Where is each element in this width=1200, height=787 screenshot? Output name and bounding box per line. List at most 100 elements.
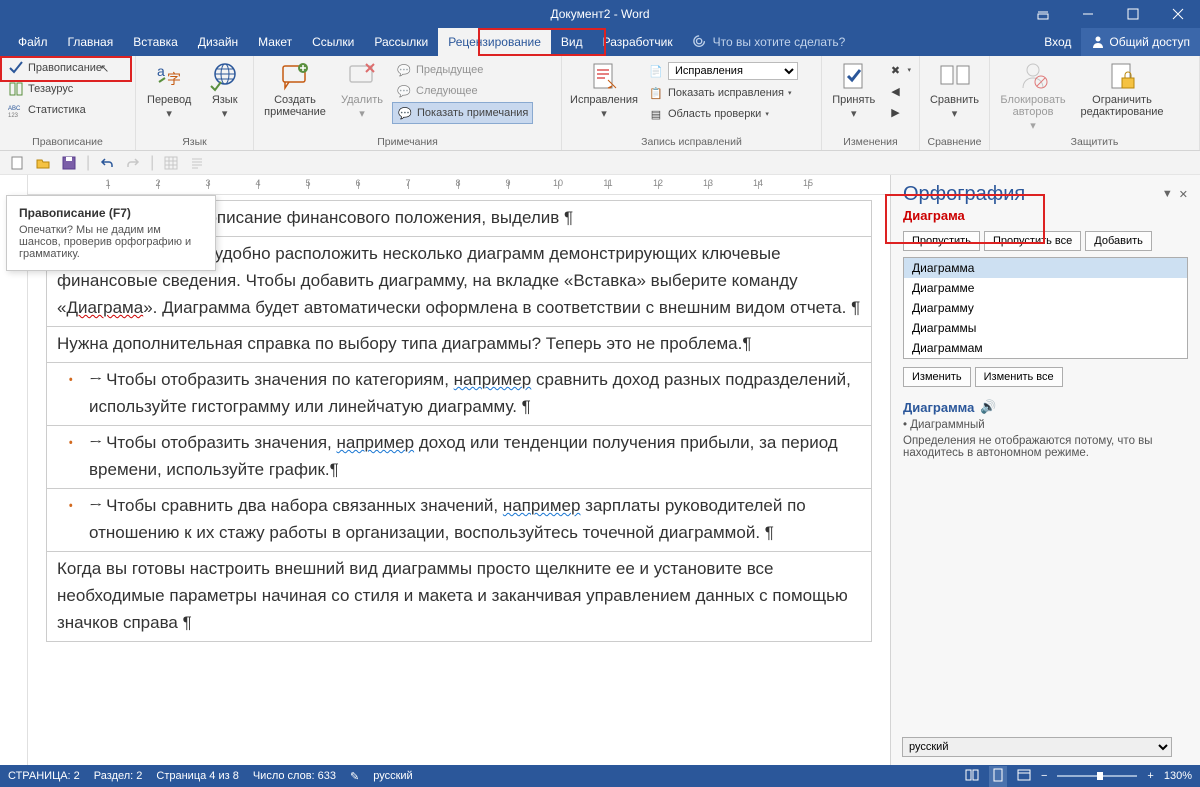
next-comment-button[interactable]: 💬 Следующее xyxy=(392,81,533,101)
zoom-slider[interactable] xyxy=(1057,775,1137,777)
tooltip-body: Опечатки? Мы не дадим им шансов, провери… xyxy=(19,224,203,260)
skip-button[interactable]: Пропустить xyxy=(903,231,980,251)
status-words[interactable]: Число слов: 633 xyxy=(253,770,336,782)
restrict-button[interactable]: Ограничить редактирование xyxy=(1074,58,1170,120)
minimize-icon[interactable] xyxy=(1065,0,1110,28)
quick-access-toolbar: | | xyxy=(0,151,1200,175)
paragraph[interactable]: Нужна дополнительная справка по выбору т… xyxy=(46,326,872,363)
audio-icon[interactable]: 🔊 xyxy=(980,399,996,415)
accept-button[interactable]: Принять▾ xyxy=(826,58,881,122)
thesaurus-button[interactable]: Тезаурус xyxy=(4,79,113,99)
zoom-level[interactable]: 130% xyxy=(1164,770,1192,782)
tab-home[interactable]: Главная xyxy=(58,28,124,56)
show-comments-button[interactable]: 💬 Показать примечания xyxy=(392,102,533,124)
skip-all-button[interactable]: Пропустить все xyxy=(984,231,1081,251)
status-language[interactable]: русский xyxy=(373,770,412,782)
menubar-right: Вход Общий доступ xyxy=(1034,28,1200,56)
track-icon xyxy=(588,60,620,92)
spelling-button[interactable]: Правописание ↖ xyxy=(4,58,113,78)
reviewing-pane-button[interactable]: ▤ Область проверки ▾ xyxy=(644,104,802,124)
view-read-icon[interactable] xyxy=(965,768,979,785)
group-changes: Изменения xyxy=(826,134,915,150)
status-page-of[interactable]: Страница 4 из 8 xyxy=(156,770,238,782)
ribbon-options-icon[interactable] xyxy=(1020,0,1065,28)
next-icon: ▶ xyxy=(887,104,903,120)
paragraph-icon[interactable] xyxy=(188,154,206,172)
pane-icon: ▤ xyxy=(648,106,664,122)
horizontal-ruler[interactable]: 123456789101112131415 xyxy=(28,175,890,195)
view-print-icon[interactable] xyxy=(989,766,1007,787)
tab-mailings[interactable]: Рассылки xyxy=(364,28,438,56)
change-all-button[interactable]: Изменить все xyxy=(975,367,1063,387)
tab-view[interactable]: Вид xyxy=(551,28,593,56)
save-icon[interactable] xyxy=(60,154,78,172)
list-icon: 📋 xyxy=(648,85,664,101)
status-proof-icon[interactable]: ✎ xyxy=(350,770,359,783)
group-language: Язык xyxy=(140,134,249,150)
display-mode-select[interactable]: 📄 Исправления xyxy=(644,60,802,82)
doc-icon: 📄 xyxy=(648,63,664,79)
list-item[interactable]: → Чтобы отобразить значения, например до… xyxy=(46,425,872,489)
tab-design[interactable]: Дизайн xyxy=(188,28,248,56)
table-icon[interactable] xyxy=(162,154,180,172)
tab-review[interactable]: Рецензирование xyxy=(438,28,551,56)
suggestion-item[interactable]: Диаграмме xyxy=(904,278,1187,298)
pane-title: Орфография xyxy=(903,183,1025,206)
svg-text:ABC: ABC xyxy=(8,106,21,112)
tab-references[interactable]: Ссылки xyxy=(302,28,364,56)
view-web-icon[interactable] xyxy=(1017,768,1031,785)
tell-me-input[interactable]: Что вы хотите сделать? xyxy=(683,28,856,56)
suggestion-item[interactable]: Диаграмма xyxy=(904,258,1187,278)
share-button[interactable]: Общий доступ xyxy=(1081,28,1200,56)
translate-button[interactable]: a字 Перевод▾ xyxy=(140,58,198,122)
delete-comment-button[interactable]: Удалить▾ xyxy=(334,58,390,122)
paragraph[interactable]: Когда вы готовы настроить внешний вид ди… xyxy=(46,551,872,642)
list-item[interactable]: → Чтобы сравнить два набора связанных зн… xyxy=(46,488,872,552)
compare-button[interactable]: Сравнить▾ xyxy=(924,58,985,122)
window-title: Документ2 - Word xyxy=(550,7,649,21)
suggestions-list[interactable]: Диаграмма Диаграмме Диаграмму Диаграммы … xyxy=(903,257,1188,359)
chevron-down-icon: ▾ xyxy=(222,108,228,120)
change-button[interactable]: Изменить xyxy=(903,367,971,387)
group-comments: Примечания xyxy=(258,134,557,150)
prev-comment-button[interactable]: 💬 Предыдущее xyxy=(392,60,533,80)
undo-icon[interactable] xyxy=(98,154,116,172)
close-icon[interactable] xyxy=(1155,0,1200,28)
tab-layout[interactable]: Макет xyxy=(248,28,302,56)
markup-mode-select[interactable]: Исправления xyxy=(668,62,798,80)
add-button[interactable]: Добавить xyxy=(1085,231,1152,251)
titlebar: Документ2 - Word xyxy=(0,0,1200,28)
status-page[interactable]: СТРАНИЦА: 2 xyxy=(8,770,80,782)
status-section[interactable]: Раздел: 2 xyxy=(94,770,143,782)
suggestion-item[interactable]: Диаграмму xyxy=(904,298,1187,318)
redo-icon[interactable] xyxy=(124,154,142,172)
suggestion-item[interactable]: Диаграммы xyxy=(904,318,1187,338)
pane-current-word: Диаграма xyxy=(903,208,1188,223)
misspelled-word[interactable]: Диаграма xyxy=(66,298,143,317)
list-item[interactable]: → Чтобы отобразить значения по категория… xyxy=(46,362,872,426)
zoom-out-icon[interactable]: − xyxy=(1041,770,1047,782)
pane-menu-icon[interactable]: ▼ xyxy=(1162,188,1173,201)
maximize-icon[interactable] xyxy=(1110,0,1155,28)
language-button[interactable]: Язык▾ xyxy=(200,58,249,122)
pane-close-icon[interactable]: ✕ xyxy=(1179,188,1188,201)
suggestion-item[interactable]: Диаграммам xyxy=(904,338,1187,358)
next-change-button[interactable]: ▶ xyxy=(883,102,915,122)
tab-developer[interactable]: Разработчик xyxy=(593,28,683,56)
pane-language-select[interactable]: русский xyxy=(902,737,1172,757)
show-markup-button[interactable]: 📋 Показать исправления ▾ xyxy=(644,83,802,103)
prev-change-button[interactable]: ◀ xyxy=(883,81,915,101)
cursor-icon: ↖ xyxy=(100,62,109,75)
open-icon[interactable] xyxy=(34,154,52,172)
track-changes-button[interactable]: Исправления▾ xyxy=(566,58,642,122)
stats-button[interactable]: ABC123 Статистика xyxy=(4,100,113,120)
tab-insert[interactable]: Вставка xyxy=(123,28,188,56)
blank-doc-icon[interactable] xyxy=(8,154,26,172)
tab-file[interactable]: Файл xyxy=(8,28,58,56)
sign-in-button[interactable]: Вход xyxy=(1034,28,1081,56)
reject-button[interactable]: ✖▾ xyxy=(883,60,915,80)
zoom-in-icon[interactable]: + xyxy=(1147,770,1153,782)
comment-prev-icon: 💬 xyxy=(396,62,412,78)
block-authors-button[interactable]: Блокировать авторов▾ xyxy=(994,58,1072,134)
new-comment-button[interactable]: Создать примечание xyxy=(258,58,332,120)
